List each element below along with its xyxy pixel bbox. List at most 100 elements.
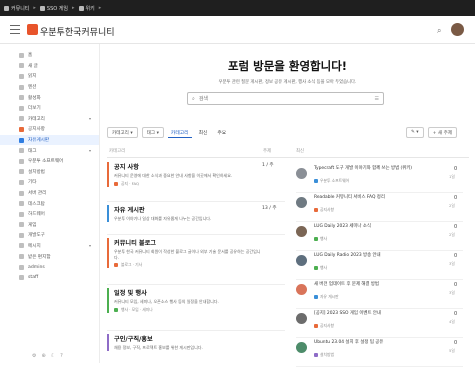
topbar-separator: ▸	[33, 5, 36, 11]
site-name[interactable]: 우분투한국커뮤니티	[40, 25, 115, 38]
topic-category[interactable]: 우분투 소프트웨어	[314, 178, 349, 184]
sidebar-footer-icon[interactable]: ?	[60, 353, 63, 359]
latest-topic-row[interactable]: LUG Daily Radio 2023 방송 안내 행사 0 3일	[296, 253, 463, 277]
top-bar: 커뮤니티 ▸ SSO 게임 ▸ 위키 ▸	[0, 0, 475, 16]
avatar[interactable]	[296, 313, 307, 324]
sidebar-item[interactable]: 더보기	[0, 103, 99, 114]
avatar[interactable]	[296, 255, 307, 266]
sidebar-item[interactable]: 설치방법	[0, 167, 99, 178]
sidebar-item[interactable]: 공지사항	[0, 124, 99, 135]
latest-topic-row[interactable]: 새 버전 업데이트 후 문제 해결 방법 자유 게시판 0 3일	[296, 282, 463, 306]
sidebar-item[interactable]: 개발도구	[0, 230, 99, 241]
category-row[interactable]: 커뮤니티 블로그 우분투 한국 커뮤니티 회원이 작성한 블로그 글이나 외부 기…	[107, 238, 285, 269]
sidebar-item-label: 기타	[28, 180, 37, 186]
latest-topic-row[interactable]: LUG Daily 2023 세미나 소식 행사 0 2일	[296, 224, 463, 248]
topic-title[interactable]: LUG Daily 2023 세미나 소식	[314, 224, 434, 229]
topic-title[interactable]: LUG Daily Radio 2023 방송 안내	[314, 253, 434, 258]
chevron-down-icon[interactable]: ▾	[89, 116, 91, 121]
sidebar-item[interactable]: 멘션	[0, 82, 99, 93]
latest-topic-row[interactable]: Readable 커뮤니티 서비스 FAQ 정리 공지사항 0 2일	[296, 195, 463, 219]
topic-category[interactable]: 행사	[314, 236, 327, 242]
chevron-down-icon[interactable]: ▾	[89, 243, 91, 248]
edit-menu-button[interactable]: ✎ ▾	[406, 127, 424, 138]
category-subtags[interactable]: 블로그 · 기사	[121, 262, 142, 268]
topic-reply-count: 0	[454, 282, 458, 288]
category-row[interactable]: 자유 게시판 우분투 이야기나 일상 대화를 자유롭게 나누는 공간입니다. 13 …	[107, 205, 285, 222]
topbar-item-community[interactable]: 커뮤니티	[4, 5, 29, 12]
tab-categories[interactable]: 카테고리	[167, 127, 192, 138]
category-topic-count: 13 / 주	[262, 206, 277, 211]
avatar[interactable]	[451, 23, 464, 36]
topic-category[interactable]: 공지사항	[314, 323, 334, 329]
latest-topic-row[interactable]: Ubuntu 23.04 설치 후 설정 팁 공유 설치방법 0 5일	[296, 340, 463, 364]
category-row[interactable]: 공지 사항 커뮤니티 운영에 대한 소식과 중요한 안내 사항을 이곳에서 확인하…	[107, 162, 285, 187]
search-input[interactable]: ⌕ 검색 ☰	[187, 92, 384, 105]
sidebar-item-label: 새 글	[28, 63, 38, 69]
avatar[interactable]	[296, 197, 307, 208]
topic-title[interactable]: [공지] 2023 SSO 게임 이벤트 안내	[314, 311, 434, 316]
site-header: 우분투한국커뮤니티 ⌕	[0, 16, 475, 44]
chevron-down-icon[interactable]: ▾	[89, 148, 91, 153]
sidebar-item[interactable]: 홈	[0, 50, 99, 61]
category-color-icon	[314, 295, 318, 299]
sidebar-item[interactable]: staff	[0, 272, 99, 283]
sidebar-item[interactable]: 카테고리 ▾	[0, 114, 99, 125]
sidebar-footer-icon[interactable]: ⊕	[41, 353, 45, 359]
avatar[interactable]	[296, 168, 307, 179]
menu-icon[interactable]	[10, 25, 20, 34]
sidebar-item[interactable]: 받은 편지함	[0, 251, 99, 262]
topic-title[interactable]: Readable 커뮤니티 서비스 FAQ 정리	[314, 195, 434, 200]
sidebar-footer-icon[interactable]: ⚙	[32, 353, 36, 359]
tag-dropdown[interactable]: 태그 ▾	[141, 127, 164, 138]
sidebar-item[interactable]: 읽지	[0, 71, 99, 82]
topic-title[interactable]: 새 버전 업데이트 후 문제 해결 방법	[314, 282, 434, 287]
category-title[interactable]: 커뮤니티 블로그	[114, 238, 285, 247]
category-row[interactable]: 일정 및 행사 커뮤니티 모임, 세미나, 오픈소스 행사 등의 일정을 안내합니…	[107, 288, 285, 313]
sidebar-item-label: 공지사항	[28, 127, 45, 133]
topic-category[interactable]: 공지사항	[314, 207, 334, 213]
sidebar-item[interactable]: 데스크탑	[0, 198, 99, 209]
search-icon[interactable]: ⌕	[437, 26, 441, 36]
avatar[interactable]	[296, 284, 307, 295]
sidebar-item[interactable]: 자유게시판	[0, 134, 99, 146]
latest-topic-row[interactable]: Typecraft 도구 개발 이야기와 함께 쓰는 방법 (위키) 우분투 소프…	[296, 166, 463, 190]
topbar-item-sso[interactable]: SSO 게임	[39, 5, 68, 12]
sidebar-footer-icon[interactable]: ☾	[51, 353, 55, 359]
topic-title[interactable]: Ubuntu 23.04 설치 후 설정 팁 공유	[314, 340, 434, 345]
tab-latest[interactable]: 최신	[196, 127, 211, 138]
topic-title[interactable]: Typecraft 도구 개발 이야기와 함께 쓰는 방법 (위키)	[314, 166, 434, 171]
category-title[interactable]: 자유 게시판	[114, 205, 285, 214]
sidebar-item[interactable]: 새 글	[0, 61, 99, 72]
category-row[interactable]: 구인/구직/홍보 채용 정보, 구직, 프로젝트 홍보를 위한 게시판입니다.	[107, 334, 285, 351]
sidebar-item-icon	[19, 243, 24, 249]
category-title[interactable]: 구인/구직/홍보	[114, 334, 285, 343]
topic-category[interactable]: 자유 게시판	[314, 294, 339, 300]
search-options-icon[interactable]: ☰	[375, 96, 379, 102]
topic-reply-count: 0	[454, 253, 458, 259]
topbar-item-wiki[interactable]: 위키	[78, 5, 95, 12]
sidebar-item[interactable]: 서버 관리	[0, 188, 99, 199]
category-dropdown[interactable]: 카테고리 ▾	[107, 127, 138, 138]
sidebar-item[interactable]: 게임	[0, 220, 99, 231]
category-title[interactable]: 일정 및 행사	[114, 288, 285, 297]
sidebar-item[interactable]: 태그 ▾	[0, 145, 99, 156]
sidebar-item[interactable]: 우분투 소프트웨어	[0, 156, 99, 167]
topic-category[interactable]: 설치방법	[314, 352, 334, 358]
latest-topic-row[interactable]: [공지] 2023 SSO 게임 이벤트 안내 공지사항 0 4일	[296, 311, 463, 335]
site-logo[interactable]	[27, 24, 38, 35]
category-title[interactable]: 공지 사항	[114, 162, 285, 171]
sidebar-item[interactable]: admins	[0, 262, 99, 273]
topic-category[interactable]: 행사	[314, 265, 327, 271]
sidebar-item[interactable]: 기타	[0, 177, 99, 188]
avatar[interactable]	[296, 226, 307, 237]
category-subtags[interactable]: 행사 · 모임 · 세미나	[121, 307, 153, 313]
sidebar-item-icon	[19, 148, 24, 154]
sidebar-item[interactable]: 메시지 ▾	[0, 241, 99, 252]
category-subtags[interactable]: 공지 · FAQ	[121, 181, 139, 187]
sidebar: 홈새 글읽지 멘션 활성화 더보기 카테고리 ▾ 공지사항 자유게시판 태그 ▾ 우분투 소프트웨어…	[0, 44, 100, 363]
tab-top[interactable]: 주요	[214, 127, 229, 138]
sidebar-item[interactable]: 하드웨어	[0, 209, 99, 220]
sidebar-item[interactable]: 활성화	[0, 92, 99, 103]
new-topic-button[interactable]: + 새 주제	[427, 127, 458, 138]
avatar[interactable]	[296, 342, 307, 353]
